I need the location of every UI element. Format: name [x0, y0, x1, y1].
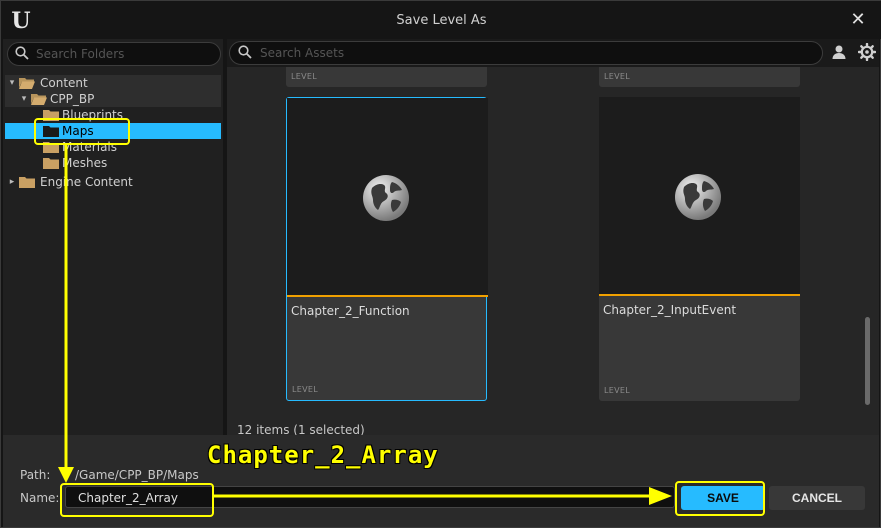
asset-tile-chapter-2-function[interactable]: Chapter_2_Function LEVEL	[286, 97, 488, 401]
path-label: Path:	[20, 468, 51, 482]
name-label: Name:	[20, 491, 60, 505]
asset-type-label: LEVEL	[291, 72, 317, 81]
asset-tile[interactable]: LEVEL	[286, 67, 487, 87]
tree-item-label: Materials	[62, 140, 118, 154]
chevron-right-icon[interactable]: ▸	[7, 174, 17, 190]
asset-search-box[interactable]	[229, 41, 823, 65]
tree-item-label: Meshes	[62, 156, 108, 170]
globe-icon	[675, 174, 721, 220]
folder-search-input[interactable]	[36, 46, 216, 62]
dialog-title: Save Level As	[396, 13, 487, 28]
user-icon[interactable]	[831, 44, 847, 60]
chevron-down-icon[interactable]: ▾	[7, 75, 17, 91]
search-icon	[238, 45, 252, 59]
cancel-button[interactable]: CANCEL	[769, 486, 865, 510]
tree-item-label: Maps	[62, 124, 94, 138]
asset-name: Chapter_2_InputEvent	[603, 303, 737, 317]
folder-icon	[19, 177, 35, 188]
close-icon[interactable]: ✕	[848, 10, 868, 30]
asset-type-label: LEVEL	[292, 385, 318, 394]
folder-search-box[interactable]	[7, 42, 221, 66]
folder-icon	[43, 110, 59, 121]
folder-icon	[43, 142, 59, 153]
tree-item-materials[interactable]: Materials	[5, 139, 221, 155]
tree-item-label: Engine Content	[40, 175, 133, 189]
asset-search-input[interactable]	[260, 45, 810, 61]
asset-grid: LEVEL LEVEL Chapter_2_Function LEVEL Cha…	[227, 67, 879, 435]
asset-tile[interactable]: LEVEL	[599, 67, 800, 87]
asset-browser-panel: LEVEL LEVEL Chapter_2_Function LEVE	[227, 39, 879, 437]
folder-open-icon	[31, 94, 47, 105]
asset-thumbnail	[287, 98, 488, 297]
folder-tree-panel: ▾ Content ▾ CPP_BP Blueprints Maps Mater…	[3, 39, 223, 435]
asset-thumbnail	[599, 97, 800, 296]
chevron-down-icon[interactable]: ▾	[19, 91, 29, 107]
asset-type-label: LEVEL	[604, 72, 630, 81]
scrollbar-thumb[interactable]	[865, 317, 870, 405]
save-level-dialog: U Save Level As ✕ ▾ Content ▾ CPP_BP Blu…	[0, 0, 881, 528]
asset-name: Chapter_2_Function	[291, 304, 410, 318]
settings-icon[interactable]	[858, 43, 876, 61]
tree-item-label: CPP_BP	[50, 92, 95, 106]
folder-icon	[43, 158, 59, 169]
tree-item-label: Blueprints	[62, 108, 124, 122]
save-button[interactable]: SAVE	[681, 486, 765, 510]
annotation-label: Chapter_2_Array	[207, 441, 439, 469]
path-value: /Game/CPP_BP/Maps	[75, 468, 199, 482]
tree-item-cpp-bp[interactable]: ▾ CPP_BP	[5, 91, 221, 107]
name-field[interactable]	[65, 486, 675, 508]
folder-icon	[43, 126, 59, 137]
name-input[interactable]	[78, 490, 668, 505]
tree-item-meshes[interactable]: Meshes	[5, 155, 221, 171]
save-footer: Path: /Game/CPP_BP/Maps Name: SAVE CANCE…	[3, 435, 879, 527]
tree-item-engine-content[interactable]: ▸ Engine Content	[5, 174, 221, 190]
tree-item-content[interactable]: ▾ Content	[5, 75, 221, 91]
search-icon	[15, 46, 29, 60]
tree-item-blueprints[interactable]: Blueprints	[5, 107, 221, 123]
asset-type-label: LEVEL	[604, 386, 630, 395]
tree-item-label: Content	[40, 76, 88, 90]
title-bar: U Save Level As ✕	[1, 1, 881, 39]
tree-item-maps[interactable]: Maps	[5, 123, 221, 139]
folder-open-icon	[19, 78, 35, 89]
asset-tile-chapter-2-inputevent[interactable]: Chapter_2_InputEvent LEVEL	[599, 97, 800, 401]
globe-icon	[363, 175, 409, 221]
